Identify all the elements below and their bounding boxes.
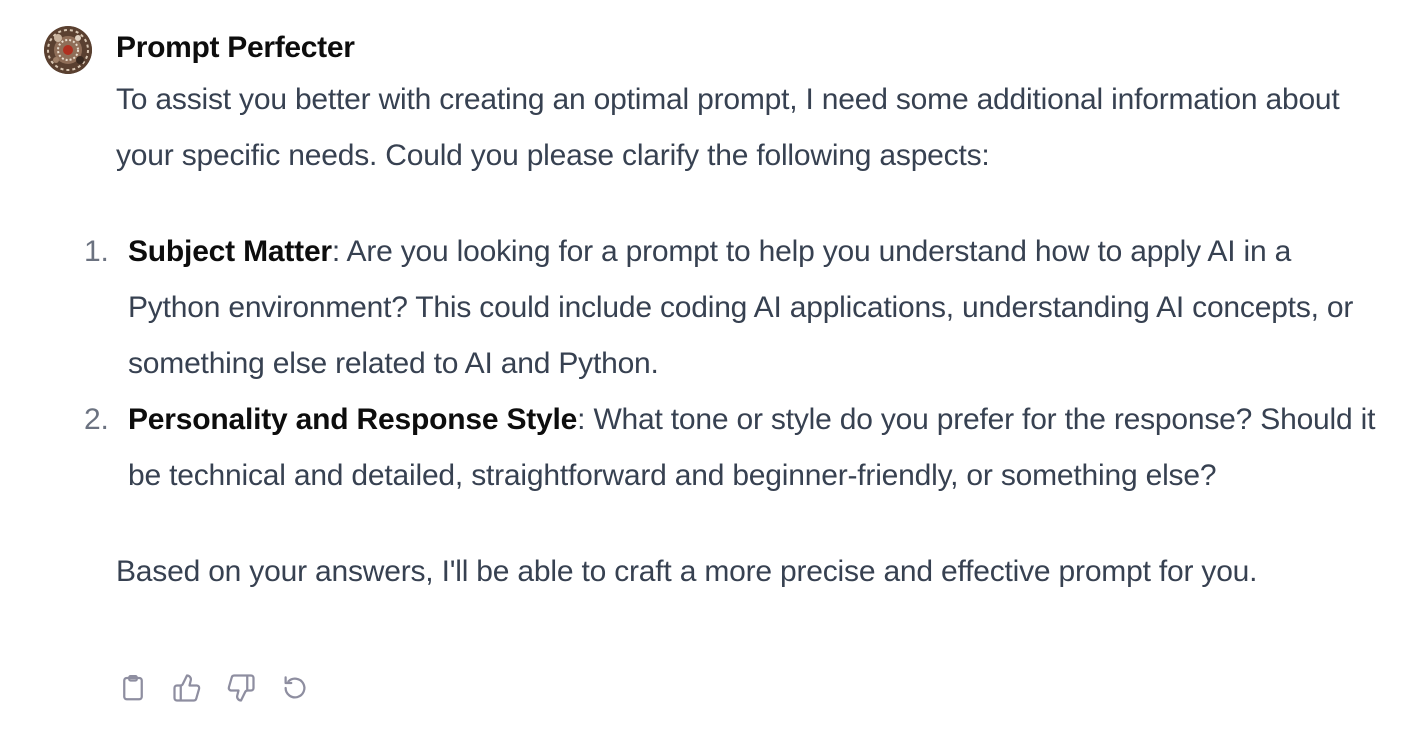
regenerate-icon [284, 676, 306, 699]
thumbs-down-button[interactable] [224, 670, 258, 706]
list-number: 1. [84, 235, 109, 268]
list-term: Subject Matter [128, 235, 332, 268]
author-name: Prompt Perfecter [116, 31, 355, 64]
message-actions [116, 670, 312, 706]
intro-paragraph: To assist you better with creating an op… [116, 83, 1340, 172]
list-item: 1. Subject Matter: Are you looking for a … [84, 224, 1376, 392]
clipboard-icon [123, 675, 143, 701]
aspects-list: 1. Subject Matter: Are you looking for a … [84, 224, 1376, 504]
assistant-message: Prompt Perfecter To assist you better wi… [0, 0, 1404, 736]
thumbs-up-icon [173, 674, 201, 702]
copy-button[interactable] [116, 670, 150, 706]
list-term: Personality and Response Style [128, 403, 578, 436]
bot-avatar [44, 26, 92, 74]
list-number: 2. [84, 403, 109, 436]
closing-paragraph: Based on your answers, I'll be able to c… [116, 555, 1258, 588]
thumbs-up-button[interactable] [170, 670, 204, 706]
regenerate-button[interactable] [278, 670, 312, 706]
list-item: 2. Personality and Response Style: What t… [84, 392, 1376, 504]
message-body: To assist you better with creating an op… [84, 72, 1376, 600]
thumbs-down-icon [227, 674, 255, 702]
